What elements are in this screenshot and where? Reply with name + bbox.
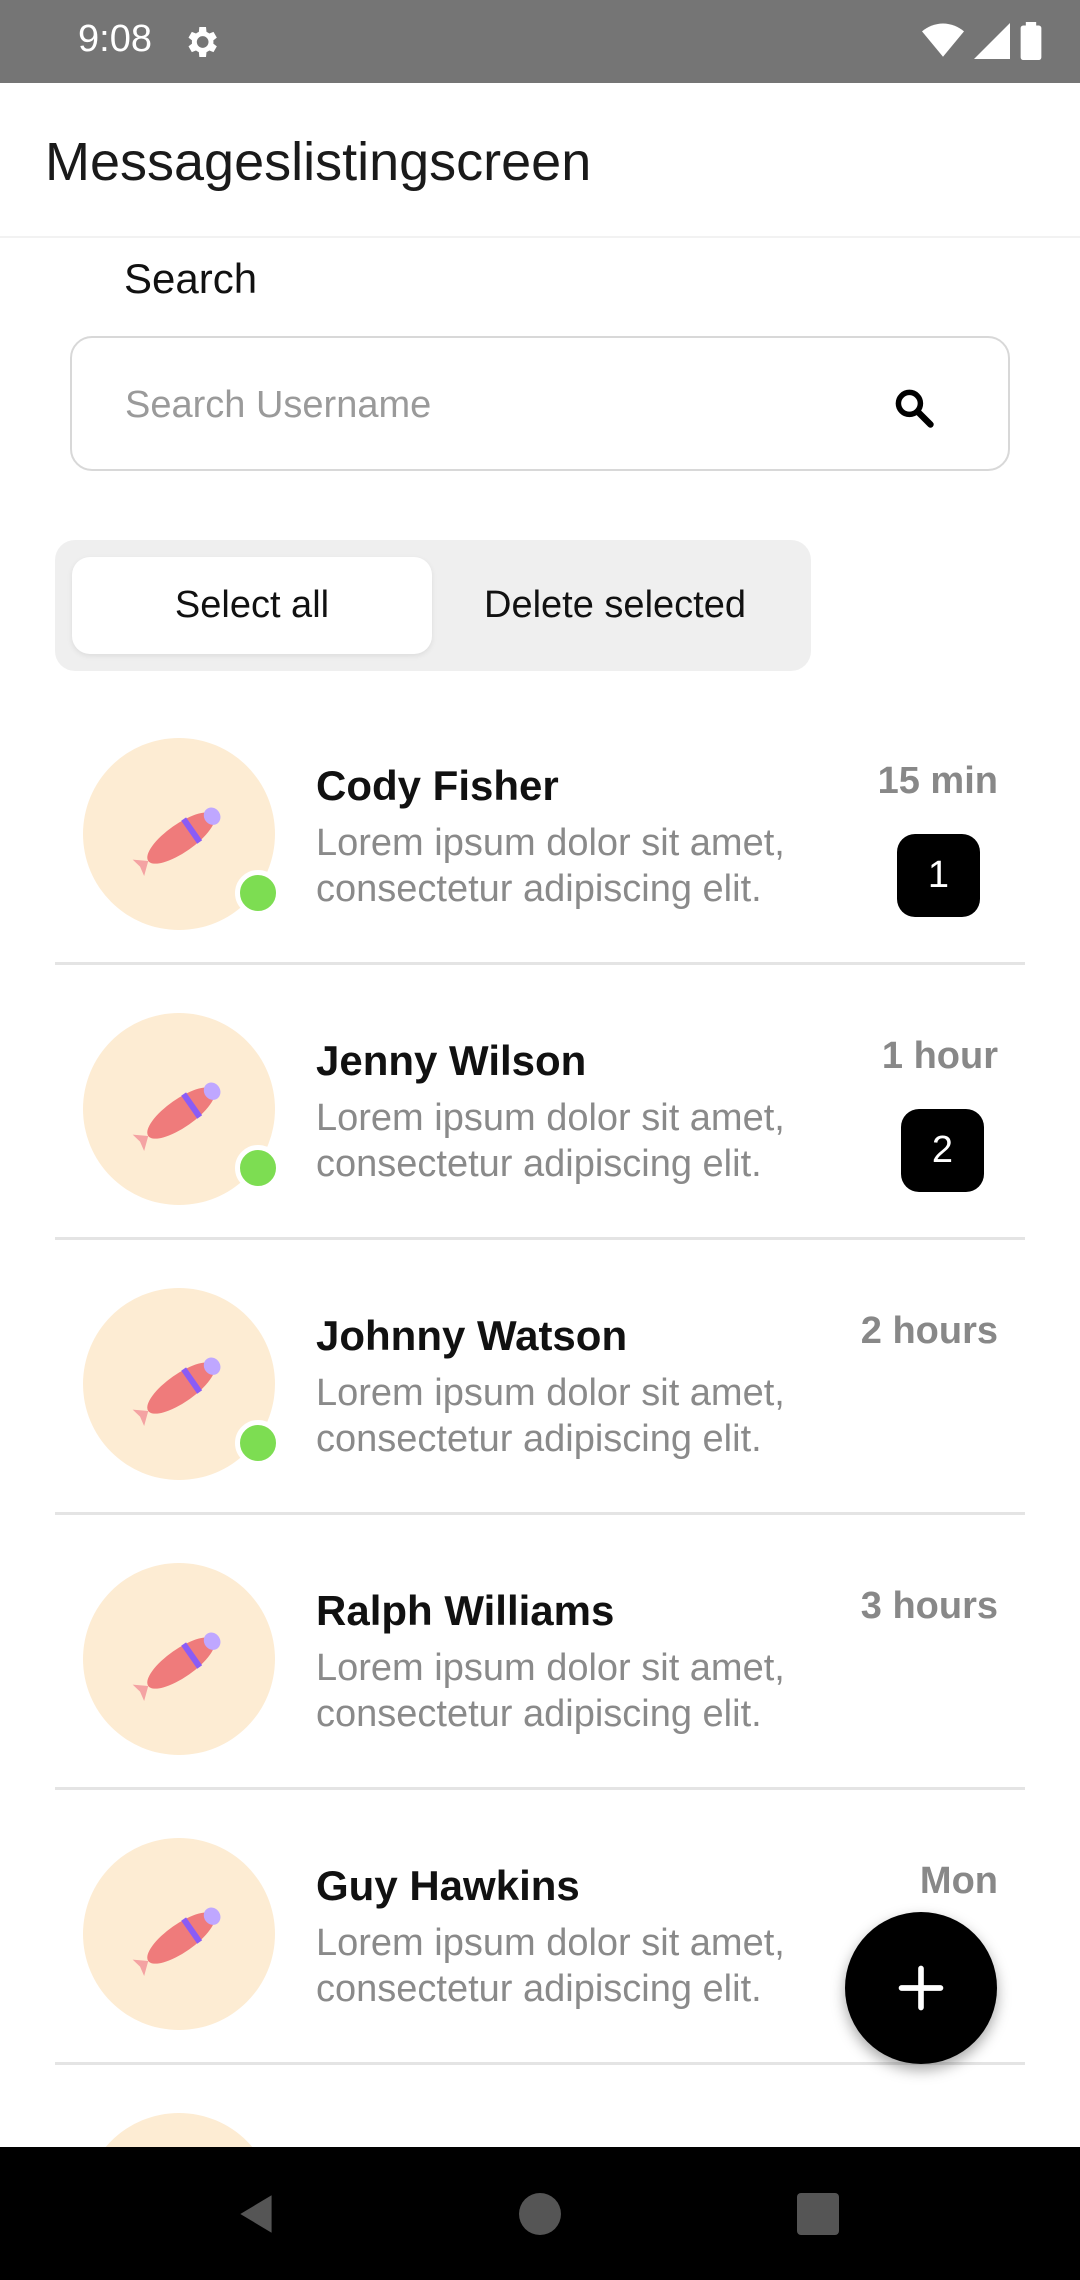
new-message-button[interactable] — [845, 1912, 997, 2064]
message-preview: Lorem ipsum dolor sit amet, consectetur … — [316, 1097, 785, 1185]
home-icon[interactable] — [519, 2193, 561, 2235]
contact-name: Ralph Williams — [316, 1587, 615, 1634]
message-time: 15 min — [877, 760, 998, 802]
online-indicator — [235, 870, 281, 916]
search-input[interactable]: Search Username — [70, 336, 1010, 471]
search-placeholder: Search Username — [125, 384, 432, 426]
avatar — [83, 1838, 275, 2030]
avatar — [83, 2113, 275, 2147]
plus-icon — [898, 1965, 944, 2011]
signal-icon — [974, 23, 1010, 59]
message-time: 2 hours — [860, 1310, 998, 1352]
selection-toggle: Select all Delete selected — [55, 540, 811, 671]
message-preview: Lorem ipsum dolor sit amet, consectetur … — [316, 1372, 785, 1460]
search-icon[interactable] — [892, 386, 936, 430]
status-bar: 9:08 — [0, 0, 1080, 83]
recents-icon[interactable] — [797, 2193, 839, 2235]
rocket-icon — [132, 1632, 221, 1702]
online-indicator — [235, 1145, 281, 1191]
status-time: 9:08 — [78, 18, 152, 60]
contact-name: Johnny Watson — [316, 1312, 628, 1359]
status-icons — [922, 22, 1042, 60]
rocket-icon — [132, 1082, 221, 1152]
message-time: 3 hours — [860, 1585, 998, 1627]
message-preview: Lorem ipsum dolor sit amet, consectetur … — [316, 1922, 785, 2010]
message-time: Mon — [919, 1860, 998, 1902]
message-row[interactable]: Cody Fisher Lorem ipsum dolor sit amet, … — [0, 690, 1080, 965]
contact-name: Cody Fisher — [316, 762, 559, 809]
unread-badge: 1 — [897, 834, 980, 917]
rocket-icon — [132, 1357, 221, 1427]
message-preview: Lorem ipsum dolor sit amet, consectetur … — [316, 822, 785, 910]
page-title: Messageslistingscreen — [45, 132, 592, 192]
online-indicator — [235, 1420, 281, 1466]
system-nav-bar — [0, 2147, 1080, 2280]
unread-badge: 2 — [901, 1109, 984, 1192]
app-bar: Messageslistingscreen — [0, 83, 1080, 238]
message-row[interactable]: Jenny Wilson Lorem ipsum dolor sit amet,… — [0, 965, 1080, 1240]
wifi-icon — [922, 23, 964, 57]
search-label: Search — [124, 255, 258, 302]
battery-icon — [1020, 22, 1042, 60]
message-row[interactable]: Ralph Williams Lorem ipsum dolor sit ame… — [0, 1515, 1080, 1790]
message-row-partial[interactable] — [0, 2065, 1080, 2147]
back-icon[interactable] — [232, 2189, 282, 2239]
delete-selected-button[interactable]: Delete selected — [435, 557, 795, 654]
contact-name: Guy Hawkins — [316, 1862, 580, 1909]
rocket-icon — [132, 807, 221, 877]
avatar — [83, 1563, 275, 1755]
gear-icon — [188, 27, 217, 57]
message-time: 1 hour — [881, 1035, 998, 1077]
contact-name: Jenny Wilson — [316, 1037, 587, 1084]
message-row[interactable]: Johnny Watson Lorem ipsum dolor sit amet… — [0, 1240, 1080, 1515]
select-all-button[interactable]: Select all — [72, 557, 432, 654]
message-preview: Lorem ipsum dolor sit amet, consectetur … — [316, 1647, 785, 1735]
rocket-icon — [132, 1907, 221, 1977]
